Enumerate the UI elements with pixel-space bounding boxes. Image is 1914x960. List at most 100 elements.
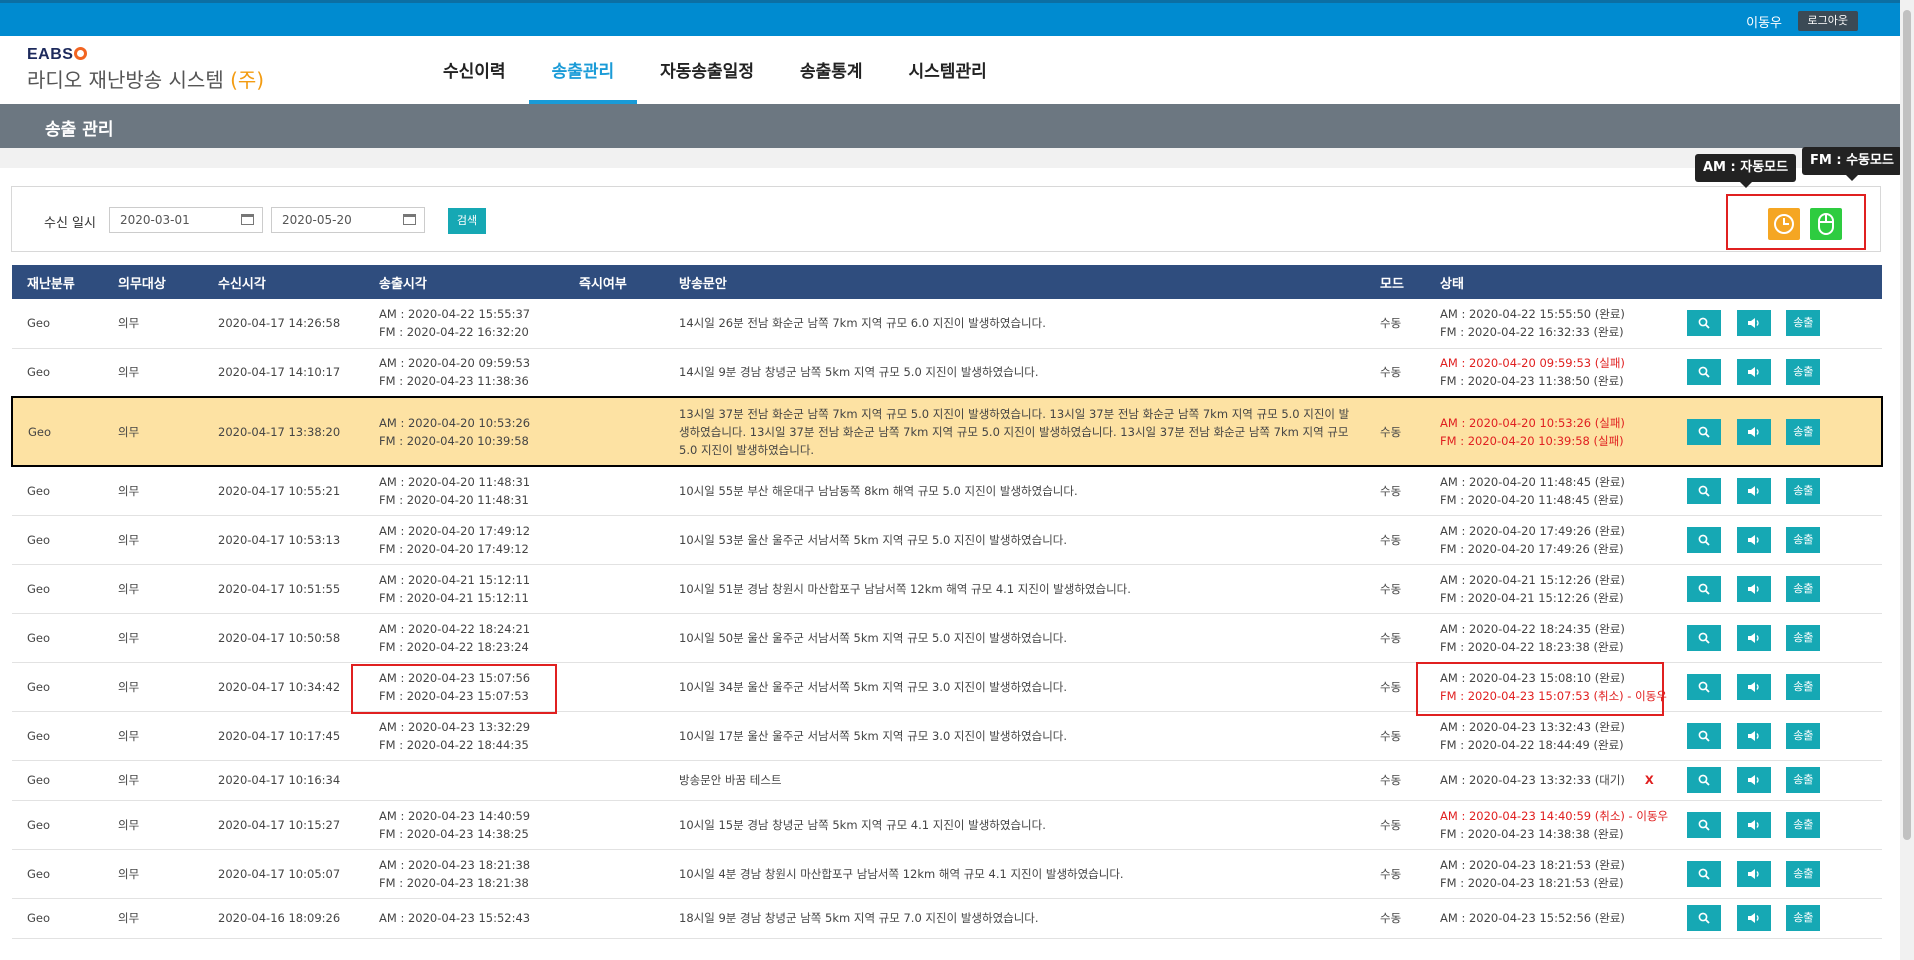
search-button[interactable]: [1687, 905, 1721, 931]
col-header-status: 상태: [1425, 265, 1675, 299]
start-date-input[interactable]: 2020-03-01: [109, 207, 263, 233]
search-button[interactable]: [1687, 673, 1721, 700]
am-auto-mode-button[interactable]: [1768, 208, 1800, 240]
duty-text: 의무: [118, 424, 140, 439]
calendar-icon[interactable]: [403, 214, 416, 225]
calendar-icon[interactable]: [241, 214, 254, 225]
magnifier-icon: [1698, 774, 1710, 786]
listen-button[interactable]: [1736, 418, 1771, 445]
search-button[interactable]: 검색: [448, 208, 486, 234]
send-button[interactable]: 송출: [1786, 860, 1821, 887]
cell-received: 2020-04-17 10:53:13: [203, 515, 364, 565]
listen-button[interactable]: [1736, 359, 1771, 386]
search-button[interactable]: [1687, 575, 1721, 602]
nav-item-system[interactable]: 시스템관리: [886, 36, 1010, 104]
cell-text: 10시일 50분 울산 울주군 서남서쪽 5km 지역 규모 5.0 지진이 발…: [664, 613, 1365, 663]
search-button[interactable]: [1687, 526, 1721, 553]
table-row[interactable]: Geo 의무 2020-04-17 14:26:58 AM : 2020-04-22 …: [12, 299, 1882, 349]
table-row[interactable]: Geo 의무 2020-04-16 18:09:26 AM : 2020-04-23 …: [12, 898, 1882, 939]
send-button[interactable]: 송출: [1786, 767, 1821, 793]
search-button[interactable]: [1687, 624, 1721, 651]
send-button[interactable]: 송출: [1786, 905, 1821, 931]
send-time-fm: FM : 2020-04-20 17:49:12: [379, 541, 529, 556]
listen-button[interactable]: [1736, 477, 1771, 504]
nav-item-history[interactable]: 수신이력: [420, 36, 529, 104]
scrollbar[interactable]: [1900, 0, 1914, 960]
category-text: Geo: [27, 773, 51, 787]
send-button[interactable]: 송출: [1786, 722, 1821, 749]
cell-duty: 의무: [103, 564, 203, 614]
cell-status: AM : 2020-04-20 17:49:26 (완료) FM : 2020-0…: [1425, 515, 1675, 565]
send-button[interactable]: 송출: [1786, 811, 1821, 838]
search-button[interactable]: [1687, 811, 1721, 838]
search-button[interactable]: [1687, 359, 1721, 386]
table-row[interactable]: Geo 의무 2020-04-17 10:55:21 AM : 2020-04-20 …: [12, 466, 1882, 516]
table-row[interactable]: Geo 의무 2020-04-17 14:10:17 AM : 2020-04-20 …: [12, 348, 1882, 398]
search-button[interactable]: [1687, 310, 1721, 337]
col-header-duty: 의무대상: [103, 265, 203, 299]
search-button[interactable]: [1687, 767, 1721, 793]
listen-button[interactable]: [1736, 860, 1771, 887]
listen-button[interactable]: [1736, 722, 1771, 749]
end-date-input[interactable]: 2020-05-20: [271, 207, 425, 233]
cell-received: 2020-04-17 10:16:34: [203, 760, 364, 801]
search-button[interactable]: [1687, 477, 1721, 504]
send-button[interactable]: 송출: [1786, 310, 1821, 337]
send-time-fm: FM : 2020-04-23 11:38:36: [379, 374, 529, 389]
nav-item-statistics[interactable]: 송출통계: [777, 36, 886, 104]
send-button[interactable]: 송출: [1786, 526, 1821, 553]
duty-text: 의무: [118, 773, 140, 787]
cell-immediate: [564, 662, 664, 712]
table-row[interactable]: Geo 의무 2020-04-17 10:17:45 AM : 2020-04-23 …: [12, 711, 1882, 761]
logout-button[interactable]: 로그아웃: [1797, 11, 1858, 31]
send-button[interactable]: 송출: [1786, 575, 1821, 602]
cell-received: 2020-04-17 10:50:58: [203, 613, 364, 663]
cell-immediate: [564, 800, 664, 850]
cell-duty: 의무: [103, 348, 203, 398]
table-row[interactable]: Geo 의무 2020-04-17 10:15:27 AM : 2020-04-23 …: [12, 800, 1882, 850]
table-row[interactable]: Geo 의무 2020-04-17 10:51:55 AM : 2020-04-21 …: [12, 564, 1882, 614]
fm-manual-mode-button[interactable]: [1810, 208, 1842, 240]
listen-button[interactable]: [1736, 624, 1771, 651]
send-button[interactable]: 송출: [1786, 418, 1821, 445]
listen-button[interactable]: [1736, 811, 1771, 838]
search-button[interactable]: [1687, 418, 1721, 445]
received-time: 2020-04-17 10:50:58: [218, 630, 341, 645]
send-time-fm: FM : 2020-04-20 10:39:58: [379, 433, 529, 448]
listen-button[interactable]: [1736, 575, 1771, 602]
send-button[interactable]: 송출: [1786, 477, 1821, 504]
cell-duty: 의무: [103, 849, 203, 899]
table-row[interactable]: Geo 의무 2020-04-17 10:50:58 AM : 2020-04-22 …: [12, 613, 1882, 663]
delete-x-icon[interactable]: X: [1645, 773, 1654, 787]
search-button[interactable]: [1687, 860, 1721, 887]
table-row[interactable]: Geo 의무 2020-04-17 10:05:07 AM : 2020-04-23 …: [12, 849, 1882, 899]
status-am: AM : 2020-04-21 15:12:26 (완료): [1440, 572, 1625, 587]
table-row[interactable]: Geo 의무 2020-04-17 10:53:13 AM : 2020-04-20 …: [12, 515, 1882, 565]
nav-item-send-management[interactable]: 송출관리: [528, 36, 638, 104]
cell-actions: 송출: [1675, 613, 1882, 663]
send-button[interactable]: 송출: [1786, 624, 1821, 651]
cell-text: 10시일 51분 경남 창원시 마산합포구 남남서쪽 12km 해역 규모 4.…: [664, 564, 1365, 614]
cell-send-time: AM : 2020-04-23 18:21:38 FM : 2020-04-23 …: [364, 849, 564, 899]
mode-text: 수동: [1380, 773, 1402, 787]
listen-button[interactable]: [1736, 526, 1771, 553]
scrollbar-thumb[interactable]: [1903, 10, 1911, 840]
listen-button[interactable]: [1736, 767, 1771, 793]
listen-button[interactable]: [1736, 673, 1771, 700]
logo[interactable]: EABS 라디오 재난방송 시스템 (주): [27, 46, 264, 93]
mode-text: 수동: [1380, 581, 1402, 596]
send-time-am: AM : 2020-04-20 09:59:53: [379, 356, 531, 371]
send-button[interactable]: 송출: [1786, 359, 1821, 386]
search-button[interactable]: [1687, 722, 1721, 749]
table-row[interactable]: Geo 의무 2020-04-17 10:16:34 방송문안 바꿈 테스트 수동 AM …: [12, 760, 1882, 801]
table-row[interactable]: Geo 의무 2020-04-17 13:38:20 AM : 2020-04-20 …: [11, 396, 1883, 467]
listen-button[interactable]: [1736, 905, 1771, 931]
speaker-icon: [1747, 819, 1759, 830]
nav-item-auto-schedule[interactable]: 자동송출일정: [637, 36, 777, 104]
cell-text: 10시일 34분 울산 울주군 서남서쪽 5km 지역 규모 3.0 지진이 발…: [664, 662, 1365, 712]
cell-mode: 수동: [1365, 898, 1425, 939]
category-text: Geo: [27, 817, 51, 832]
cell-text: 14시일 26분 전남 화순군 남쪽 7km 지역 규모 6.0 지진이 발생하…: [664, 299, 1365, 349]
send-button[interactable]: 송출: [1786, 673, 1821, 700]
listen-button[interactable]: [1736, 310, 1771, 337]
